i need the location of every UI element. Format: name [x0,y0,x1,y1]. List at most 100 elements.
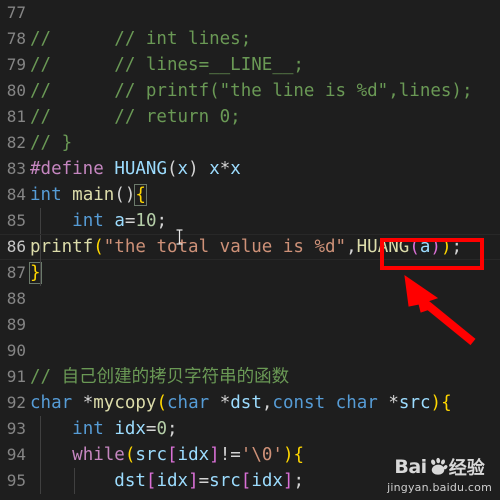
code-token: * [219,159,231,179]
code-token: a [419,237,431,257]
code-line[interactable]: 85 int a=10; [0,208,500,234]
code-token: dst [230,393,262,413]
code-token: = [145,419,157,439]
indent-guide [40,208,41,234]
code-line[interactable]: 81// // return 0; [0,104,500,130]
code-token: src [135,445,167,465]
code-editor[interactable]: 77 78// // int lines; 79// // lines=__LINE… [0,0,500,500]
code-token: ) [282,445,294,465]
line-number: 89 [6,315,26,334]
code-token: ; [293,471,305,491]
code-token: * [82,393,94,413]
code-token: * [388,393,399,413]
code-line[interactable]: 87} [0,260,500,286]
code-line[interactable]: 92 char *mycopy(char *dst,const char *src… [0,390,500,416]
code-token: idx [114,419,146,439]
line-number: 88 [6,289,26,308]
line-number: 95 [6,471,26,490]
code-token: , [261,393,273,413]
line-number: 80 [6,81,26,100]
code-token: () [114,185,136,205]
line-number: 86 [6,237,26,256]
code-token: ] [282,471,294,491]
code-token: #define [30,159,104,179]
code-token: a [114,211,125,231]
code-text: char *mycopy(char *dst,const char *src){ [30,390,452,416]
code-text: int idx=0; [30,416,177,442]
code-line[interactable]: 80// // printf("the line is %d",lines); [0,78,500,104]
code-line[interactable]: 91// 自己创建的拷贝字符串的函数 [0,364,500,390]
line-number: 82 [6,133,26,152]
code-token: ) [188,159,199,179]
code-lines-container[interactable]: 77 78// // int lines; 79// // lines=__LINE… [0,0,500,494]
code-token: * [219,393,231,413]
code-token: // // printf("the line is %d",lines); [30,81,473,101]
code-line[interactable]: 83 #define HUANG(x) x*x [0,156,500,182]
code-token: [ [240,471,252,491]
code-line[interactable]: 94 while(src[idx]!='\0'){ [0,442,500,468]
code-text: // // lines=__LINE__; [30,52,304,78]
line-number: 78 [6,29,26,48]
code-token: ) [440,237,452,257]
code-line[interactable]: 88 [0,286,500,312]
indent-guide [74,468,75,494]
code-token: ( [93,237,104,257]
code-token: // } [30,133,73,153]
code-text: int a=10; [30,208,167,234]
code-line[interactable]: 82// } [0,130,500,156]
code-token: "the total value is %d" [103,237,347,257]
code-line[interactable]: 89 [0,312,500,338]
code-token: dst [114,471,146,491]
indent-guide [40,442,41,468]
code-text: printf("the total value is %d",HUANG(a))… [30,235,462,259]
line-number: 92 [6,393,26,412]
code-line[interactable]: 77 [0,0,500,26]
code-token: [ [167,445,178,465]
code-text: // // return 0; [30,104,241,130]
code-text: #define HUANG(x) x*x [30,156,241,182]
code-token: idx [177,445,210,465]
code-line[interactable]: 86 printf("the total value is %d",HUANG(a… [0,234,500,261]
code-token: src [398,393,431,413]
code-token: int [72,419,104,439]
indent-guide [40,260,41,286]
code-token: // // int lines; [30,29,252,49]
code-token: // // lines=__LINE__; [30,55,304,75]
code-line[interactable]: 90 [0,338,500,364]
code-text: // } [30,130,72,156]
line-number: 91 [6,367,26,386]
code-token: ( [167,159,178,179]
code-line[interactable]: 84 int main(){ [0,182,500,208]
code-token: ; [451,237,463,257]
code-token: { [293,445,305,465]
code-token: int [72,211,104,231]
code-line[interactable]: 95 dst[idx]=src[idx]; [0,468,500,494]
code-token: } [29,262,42,284]
code-token: const [272,393,326,413]
code-line[interactable]: 79// // lines=__LINE__; [0,52,500,78]
code-token: = [124,211,136,231]
code-text: while(src[idx]!='\0'){ [30,442,304,468]
code-token: HUANG [356,237,410,257]
code-line[interactable]: 78// // int lines; [0,26,500,52]
code-text: dst[idx]=src[idx]; [30,468,304,494]
code-token: '\0' [240,445,283,465]
code-token: ) [430,393,442,413]
code-token: ] [188,471,199,491]
indent-guide [40,416,41,442]
code-token: idx [156,471,189,491]
code-token: while [72,445,125,465]
code-line[interactable]: 93 int idx=0; [0,416,500,442]
code-token: x [177,159,189,179]
code-token: ( [156,393,168,413]
code-token: HUANG [114,159,167,179]
line-number: 90 [6,341,26,360]
line-number: 85 [6,211,26,230]
